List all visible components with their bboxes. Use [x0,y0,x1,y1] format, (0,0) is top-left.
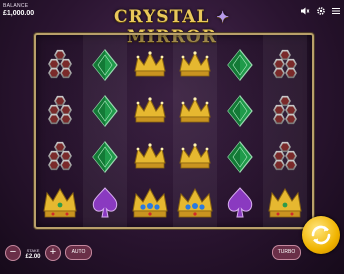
gold-crown-symbol [128,89,172,133]
balance-value: £1,000.00 [3,10,35,17]
logo-star-icon: ✦ [216,8,230,26]
hexagon-cluster-symbol [38,43,82,87]
reel-5 [218,35,262,227]
reel-6 [263,35,307,227]
menu-icon[interactable] [331,3,341,15]
reel-grid [34,33,314,229]
stake-display: STAKE £2.00 [22,247,44,261]
gold-crown-jeweled-symbol [263,181,307,225]
balance-label: BALANCE [3,3,29,9]
green-diamond-symbol [83,89,127,133]
purple-spade-symbol [83,181,127,225]
hexagon-cluster-symbol [263,89,307,133]
gold-crown-symbol [128,135,172,179]
purple-spade-symbol [218,181,262,225]
green-diamond-symbol [218,89,262,133]
green-diamond-symbol [83,43,127,87]
sound-off-icon[interactable] [300,3,310,15]
green-diamond-symbol [218,135,262,179]
spin-button[interactable] [302,216,340,254]
gold-crown-jeweled-symbol [38,181,82,225]
hexagon-cluster-symbol [38,135,82,179]
gold-crown-symbol [173,43,217,87]
hexagon-cluster-symbol [263,43,307,87]
logo-word-left: CRYSTAL [114,7,210,27]
gold-crown-symbol [173,135,217,179]
blue-jewel-crown-symbol [128,181,172,225]
green-diamond-symbol [83,135,127,179]
gold-crown-symbol [128,43,172,87]
increase-stake-button[interactable]: + [45,245,61,261]
reel-4 [173,35,217,227]
auto-button[interactable]: AUTO [65,245,92,260]
balance-display: BALANCE £1,000.00 [3,2,34,18]
decrease-stake-button[interactable]: − [5,245,21,261]
hexagon-cluster-symbol [38,89,82,133]
hexagon-cluster-symbol [263,135,307,179]
gold-crown-symbol [173,89,217,133]
reel-1 [38,35,82,227]
spin-arrows-icon [311,225,331,245]
control-bar: − STAKE £2.00 + AUTO TURBO [0,238,344,274]
stake-label: STAKE [26,248,40,253]
stake-value: £2.00 [25,254,41,260]
blue-jewel-crown-symbol [173,181,217,225]
reel-2 [83,35,127,227]
reel-3 [128,35,172,227]
settings-icon[interactable] [316,3,326,15]
turbo-button[interactable]: TURBO [272,245,301,260]
green-diamond-symbol [218,43,262,87]
game-screen: BALANCE £1,000.00 CRYSTAL ✦ MIRROR − STA… [0,0,344,274]
